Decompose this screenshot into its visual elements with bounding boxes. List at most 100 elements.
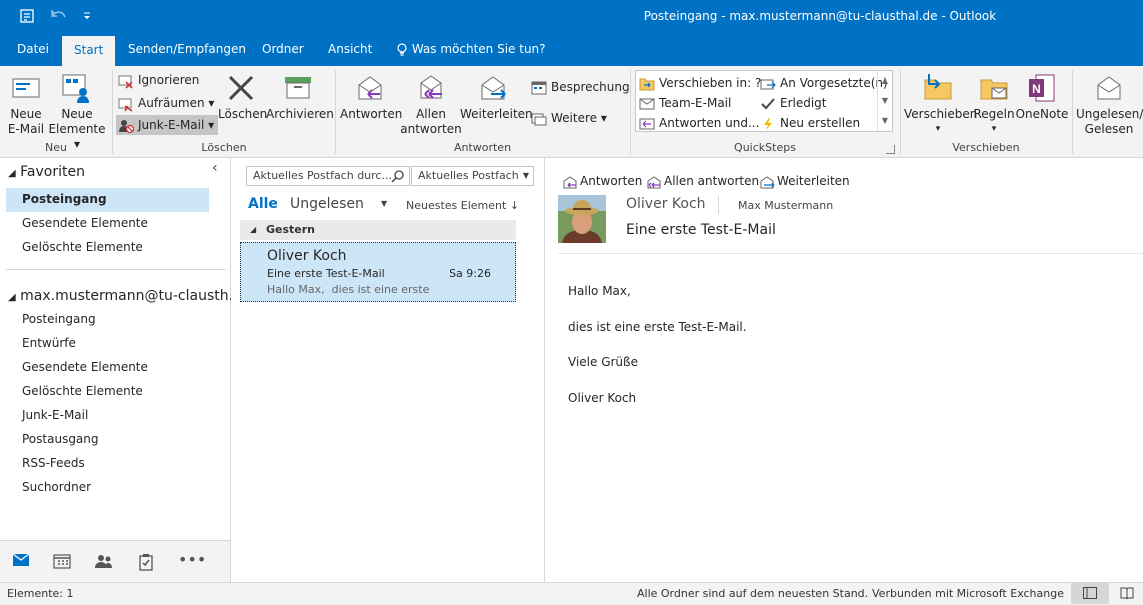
status-connection: Verbunden mit Microsoft Exchange <box>872 587 1064 600</box>
search-icon[interactable] <box>391 169 405 183</box>
filter-unread[interactable]: Ungelesen <box>290 196 364 212</box>
folder-suchordner[interactable]: Suchordner <box>22 480 91 494</box>
qs-team-email[interactable]: Team-E-Mail <box>639 94 731 112</box>
customize-qat-icon[interactable] <box>78 8 96 26</box>
reading-reply-all-button[interactable]: Allen antworten <box>646 174 759 189</box>
folder-entwuerfe[interactable]: Entwürfe <box>22 336 76 350</box>
collapse-pane-icon[interactable]: ‹ <box>212 160 218 176</box>
search-scope-dropdown[interactable]: Aktuelles Postfach ▼ <box>411 166 534 186</box>
archive-icon <box>285 77 311 99</box>
message-time: Sa 9:26 <box>449 267 491 280</box>
qs-done[interactable]: Erledigt <box>760 94 827 112</box>
cleanup-button[interactable]: Aufräumen ▾ <box>118 93 214 113</box>
meeting-button[interactable]: Besprechung <box>531 77 630 97</box>
quicksteps-scrollbar[interactable]: ▲ ▼ ▼ <box>877 71 892 131</box>
unread-read-button[interactable]: Ungelesen/ Gelesen <box>1076 72 1143 137</box>
tab-ansicht[interactable]: Ansicht <box>328 34 372 66</box>
filter-dropdown-icon[interactable]: ▼ <box>381 199 387 208</box>
search-placeholder: Aktuelles Postfach durc... <box>253 169 392 182</box>
search-scope-label: Aktuelles Postfach <box>418 169 519 182</box>
undo-icon[interactable] <box>50 8 68 26</box>
qs-create-new[interactable]: Neu erstellen <box>760 114 860 132</box>
new-email-button[interactable]: Neue E-Mail <box>4 72 48 137</box>
onenote-label: OneNote <box>1015 107 1069 121</box>
group-collapse-icon: ◢ <box>250 225 257 234</box>
favorites-header-label: Favoriten <box>20 164 85 180</box>
list-item[interactable]: Oliver Koch Eine erste Test-E-Mail Sa 9:… <box>240 242 516 302</box>
tell-me-box[interactable]: Was möchten Sie tun? <box>396 34 546 66</box>
qs-reply-delete[interactable]: Antworten und... <box>639 114 759 132</box>
normal-view-button[interactable] <box>1071 583 1109 604</box>
tab-datei[interactable]: Datei <box>17 34 49 66</box>
reading-reply-button[interactable]: Antworten <box>562 174 642 189</box>
group-label-neu: Neu <box>45 141 67 154</box>
forward-button[interactable]: Weiterleiten <box>460 72 533 122</box>
folder-pane: ◢ Favoriten ‹ Posteingang Gesendete Elem… <box>0 158 242 582</box>
folder-junk[interactable]: Junk-E-Mail <box>22 408 88 422</box>
more-respond-icon <box>531 113 547 125</box>
qs-move-to[interactable]: Verschieben in: ? <box>639 74 761 92</box>
chevron-down-icon: ▼ <box>522 171 529 180</box>
new-email-label-2: E-Mail <box>7 122 45 136</box>
favorites-header[interactable]: ◢ Favoriten <box>8 164 85 180</box>
reading-view-button[interactable] <box>1120 583 1136 604</box>
folder-gesendete[interactable]: Gesendete Elemente <box>22 360 148 374</box>
fav-gesendete[interactable]: Gesendete Elemente <box>22 216 148 230</box>
qs-to-manager-label: An Vorgesetzte(n) <box>780 76 888 90</box>
junk-label: Junk-E-Mail <box>138 118 205 132</box>
group-header-gestern[interactable]: ◢ Gestern <box>240 220 516 240</box>
folder-posteingang[interactable]: Posteingang <box>22 312 96 326</box>
send-receive-all-icon[interactable] <box>18 8 36 26</box>
reply-all-button[interactable]: Allen antworten <box>400 72 462 137</box>
folder-postausgang[interactable]: Postausgang <box>22 432 99 446</box>
tab-ordner[interactable]: Ordner <box>262 34 304 66</box>
tab-senden-empfangen[interactable]: Senden/Empfangen <box>128 34 246 66</box>
header-divider <box>718 196 719 214</box>
fav-posteingang[interactable]: Posteingang <box>22 192 107 206</box>
group-separator <box>1072 70 1073 154</box>
recipient-name[interactable]: Max Mustermann <box>738 199 833 212</box>
folder-geloeschte[interactable]: Gelöschte Elemente <box>22 384 143 398</box>
tab-start[interactable]: Start <box>62 36 116 66</box>
account-header[interactable]: ◢ max.mustermann@tu-clausth... <box>8 288 242 304</box>
reply-all-icon <box>647 175 661 188</box>
junk-button[interactable]: Junk-E-Mail ▾ <box>116 115 219 135</box>
move-dropdown-icon: ▾ <box>935 124 941 134</box>
reading-reply-label: Antworten <box>580 174 643 188</box>
checkmark-icon <box>761 97 775 109</box>
more-respond-button[interactable]: Weitere ▾ <box>531 108 607 128</box>
archive-button[interactable]: Archivieren <box>266 72 334 122</box>
sender-name[interactable]: Oliver Koch <box>626 196 706 212</box>
module-navigation-bar: ••• <box>0 540 230 582</box>
meeting-label: Besprechung <box>551 80 630 94</box>
forward-icon <box>481 76 506 100</box>
mail-icon[interactable] <box>11 553 31 571</box>
window-title: Posteingang - max.mustermann@tu-claustha… <box>643 9 997 23</box>
ignore-icon <box>118 75 133 89</box>
people-icon[interactable] <box>94 553 114 571</box>
qs-scroll-up-icon[interactable]: ▲ <box>878 71 892 91</box>
filter-all[interactable]: Alle <box>248 196 278 212</box>
fav-geloeschte[interactable]: Gelöschte Elemente <box>22 240 143 254</box>
new-email-icon <box>12 78 40 98</box>
onenote-button[interactable]: N OneNote <box>1014 72 1070 122</box>
folder-rss[interactable]: RSS-Feeds <box>22 456 85 470</box>
avatar[interactable] <box>558 195 606 243</box>
tasks-icon[interactable] <box>136 553 156 571</box>
header-separator <box>558 253 1143 254</box>
qs-to-manager[interactable]: An Vorgesetzte(n) <box>760 74 888 92</box>
qs-expand-icon[interactable]: ▼ <box>878 111 892 131</box>
new-items-button[interactable]: Neue Elemente ▾ <box>46 72 108 152</box>
reading-forward-button[interactable]: Weiterleiten <box>759 174 850 189</box>
sort-button[interactable]: Neuestes Element ↓ <box>406 199 519 212</box>
rules-button[interactable]: Regeln ▾ <box>972 72 1016 137</box>
calendar-icon[interactable] <box>52 553 72 571</box>
group-label-verschieben: Verschieben <box>952 141 1020 154</box>
move-button[interactable]: Verschieben ▾ <box>904 72 977 137</box>
more-modules-icon[interactable]: ••• <box>178 552 206 571</box>
reply-button[interactable]: Antworten <box>340 72 402 122</box>
ignore-button[interactable]: Ignorieren <box>118 70 199 90</box>
search-input[interactable]: Aktuelles Postfach durc... <box>246 166 410 186</box>
qs-scroll-down-icon[interactable]: ▼ <box>878 91 892 111</box>
delete-button[interactable]: Löschen <box>218 72 267 122</box>
